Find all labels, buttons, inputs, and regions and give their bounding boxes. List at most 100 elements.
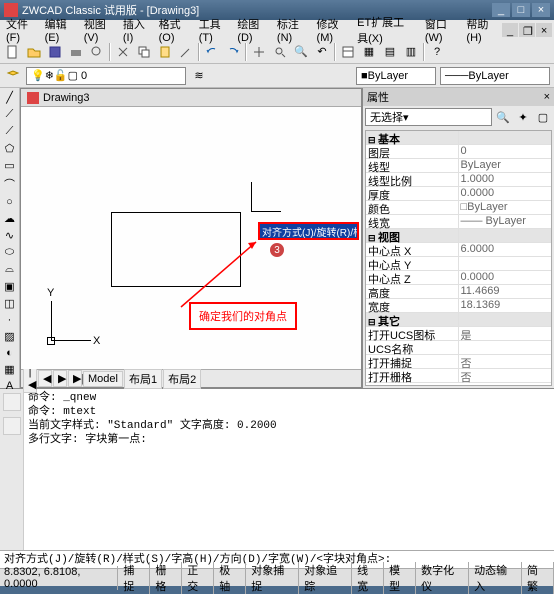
designcenter-icon[interactable]: ▦ xyxy=(360,43,378,61)
selection-combo[interactable]: 无选择 ▾ xyxy=(365,108,492,126)
undo-icon[interactable] xyxy=(203,43,221,61)
revcloud-icon[interactable]: ☁ xyxy=(1,211,19,226)
status-toggle[interactable]: 数字化仪 xyxy=(416,562,469,594)
menu-item[interactable]: 窗口(W) xyxy=(421,14,461,46)
line-icon[interactable]: ╱ xyxy=(1,90,19,105)
zoom-icon[interactable] xyxy=(271,43,289,61)
doc-close-button[interactable]: × xyxy=(536,23,552,37)
properties-grid[interactable]: 基本图层0线型ByLayer线型比例1.0000厚度0.0000颜色□ByLay… xyxy=(365,130,552,386)
print-icon[interactable] xyxy=(67,43,85,61)
property-row[interactable]: 打开捕捉否 xyxy=(366,355,551,369)
property-row[interactable]: 线型比例1.0000 xyxy=(366,173,551,187)
status-toggle[interactable]: 极轴 xyxy=(214,562,246,594)
copy-icon[interactable] xyxy=(135,43,153,61)
pickadd-icon[interactable]: ✦ xyxy=(514,108,532,126)
cut-icon[interactable] xyxy=(114,43,132,61)
linetype-combo[interactable]: ─── ByLayer xyxy=(440,67,550,85)
property-row[interactable]: UCS名称 xyxy=(366,341,551,355)
xline-icon[interactable]: ⟋ xyxy=(1,107,19,122)
grip-icon[interactable] xyxy=(3,417,21,435)
close-button[interactable]: × xyxy=(532,3,550,17)
property-row[interactable]: 中心点 Y xyxy=(366,257,551,271)
layout-tab[interactable]: Model xyxy=(83,371,123,387)
zoom-window-icon[interactable]: 🔍 xyxy=(292,43,310,61)
property-row[interactable]: 宽度18.1369 xyxy=(366,299,551,313)
status-toggle[interactable]: 正交 xyxy=(182,562,214,594)
property-row[interactable]: 打开UCS图标是 xyxy=(366,327,551,341)
maximize-button[interactable]: □ xyxy=(512,3,530,17)
polygon-icon[interactable]: ⬠ xyxy=(1,141,19,156)
ellipsearc-icon[interactable]: ⌓ xyxy=(1,262,19,277)
grip-icon[interactable] xyxy=(3,393,21,411)
status-toggle[interactable]: 动态输入 xyxy=(469,562,522,594)
menu-item[interactable]: 标注(N) xyxy=(273,14,311,46)
properties-close-icon[interactable]: × xyxy=(544,91,550,103)
property-row[interactable]: 中心点 Z0.0000 xyxy=(366,271,551,285)
doc-minimize-button[interactable]: _ xyxy=(502,23,518,37)
ellipse-icon[interactable]: ⬭ xyxy=(1,245,19,260)
menu-item[interactable]: 编辑(E) xyxy=(41,14,78,46)
save-icon[interactable] xyxy=(46,43,64,61)
open-icon[interactable] xyxy=(25,43,43,61)
arc-icon[interactable]: ⌒ xyxy=(1,175,19,193)
menu-item[interactable]: 绘图(D) xyxy=(233,14,271,46)
layer-combo[interactable]: 💡❄🔓▢ 0 xyxy=(26,67,186,85)
pline-icon[interactable]: ⟋ xyxy=(1,124,19,139)
layout-tab[interactable]: 布局2 xyxy=(163,369,201,389)
tab-nav[interactable]: ◀ xyxy=(38,370,52,387)
layout-tab[interactable]: 布局1 xyxy=(124,369,162,389)
menu-item[interactable]: 工具(T) xyxy=(195,14,232,46)
menu-item[interactable]: 帮助(H) xyxy=(462,14,500,46)
document-tab[interactable]: Drawing3 xyxy=(21,89,361,107)
region-icon[interactable]: ◐ xyxy=(1,346,19,360)
paste-icon[interactable] xyxy=(156,43,174,61)
tab-nav[interactable]: ▶| xyxy=(68,370,82,387)
property-row[interactable]: 高度11.4669 xyxy=(366,285,551,299)
status-toggle[interactable]: 简繁 xyxy=(522,562,554,594)
redo-icon[interactable] xyxy=(224,43,242,61)
property-row[interactable]: 图层0 xyxy=(366,145,551,159)
color-combo[interactable]: ■ ByLayer xyxy=(356,67,436,85)
spline-icon[interactable]: ∿ xyxy=(1,228,19,243)
menu-item[interactable]: 修改(M) xyxy=(313,14,352,46)
match-icon[interactable] xyxy=(177,43,195,61)
doc-restore-button[interactable]: ❐ xyxy=(519,23,535,37)
help-icon[interactable]: ? xyxy=(428,43,446,61)
layer-prev-icon[interactable]: ≋ xyxy=(190,67,208,85)
calc-icon[interactable]: ▥ xyxy=(402,43,420,61)
block-icon[interactable]: ◫ xyxy=(1,296,19,311)
status-toggle[interactable]: 捕捉 xyxy=(118,562,150,594)
status-toggle[interactable]: 栅格 xyxy=(150,562,182,594)
property-row[interactable]: 打开栅格否 xyxy=(366,369,551,383)
selectobj-icon[interactable]: ▢ xyxy=(534,108,552,126)
hatch-icon[interactable]: ▨ xyxy=(1,329,19,344)
circle-icon[interactable]: ○ xyxy=(1,195,19,209)
insert-icon[interactable]: ▣ xyxy=(1,279,19,294)
preview-icon[interactable] xyxy=(88,43,106,61)
table-icon[interactable]: ▦ xyxy=(1,362,19,377)
properties-icon[interactable] xyxy=(339,43,357,61)
zoom-prev-icon[interactable]: ↶ xyxy=(313,43,331,61)
property-row[interactable]: 线型ByLayer xyxy=(366,159,551,173)
toolpalette-icon[interactable]: ▤ xyxy=(381,43,399,61)
menu-item[interactable]: 文件(F) xyxy=(2,14,39,46)
point-icon[interactable]: · xyxy=(1,313,19,327)
status-toggle[interactable]: 模型 xyxy=(384,562,416,594)
property-row[interactable]: 线宽—— ByLayer xyxy=(366,215,551,229)
property-row[interactable]: 颜色□ByLayer xyxy=(366,201,551,215)
tab-nav[interactable]: ▶ xyxy=(53,370,67,387)
menu-item[interactable]: 视图(V) xyxy=(80,14,117,46)
status-toggle[interactable]: 对象捕捉 xyxy=(246,562,299,594)
canvas[interactable]: YX 确定我们的对角点 3 对齐方式(J)/旋转(R)/样式(S)/字高(H)/… xyxy=(21,107,361,369)
layer-manager-icon[interactable] xyxy=(4,67,22,85)
property-row[interactable]: 厚度0.0000 xyxy=(366,187,551,201)
menu-item[interactable]: 插入(I) xyxy=(119,14,153,46)
status-toggle[interactable]: 线宽 xyxy=(352,562,384,594)
new-icon[interactable] xyxy=(4,43,22,61)
property-row[interactable]: 中心点 X6.0000 xyxy=(366,243,551,257)
status-toggle[interactable]: 对象追踪 xyxy=(299,562,352,594)
menu-item[interactable]: 格式(O) xyxy=(155,14,193,46)
pan-icon[interactable] xyxy=(250,43,268,61)
rectangle-icon[interactable]: ▭ xyxy=(1,158,19,173)
quickselect-icon[interactable]: 🔍 xyxy=(494,108,512,126)
